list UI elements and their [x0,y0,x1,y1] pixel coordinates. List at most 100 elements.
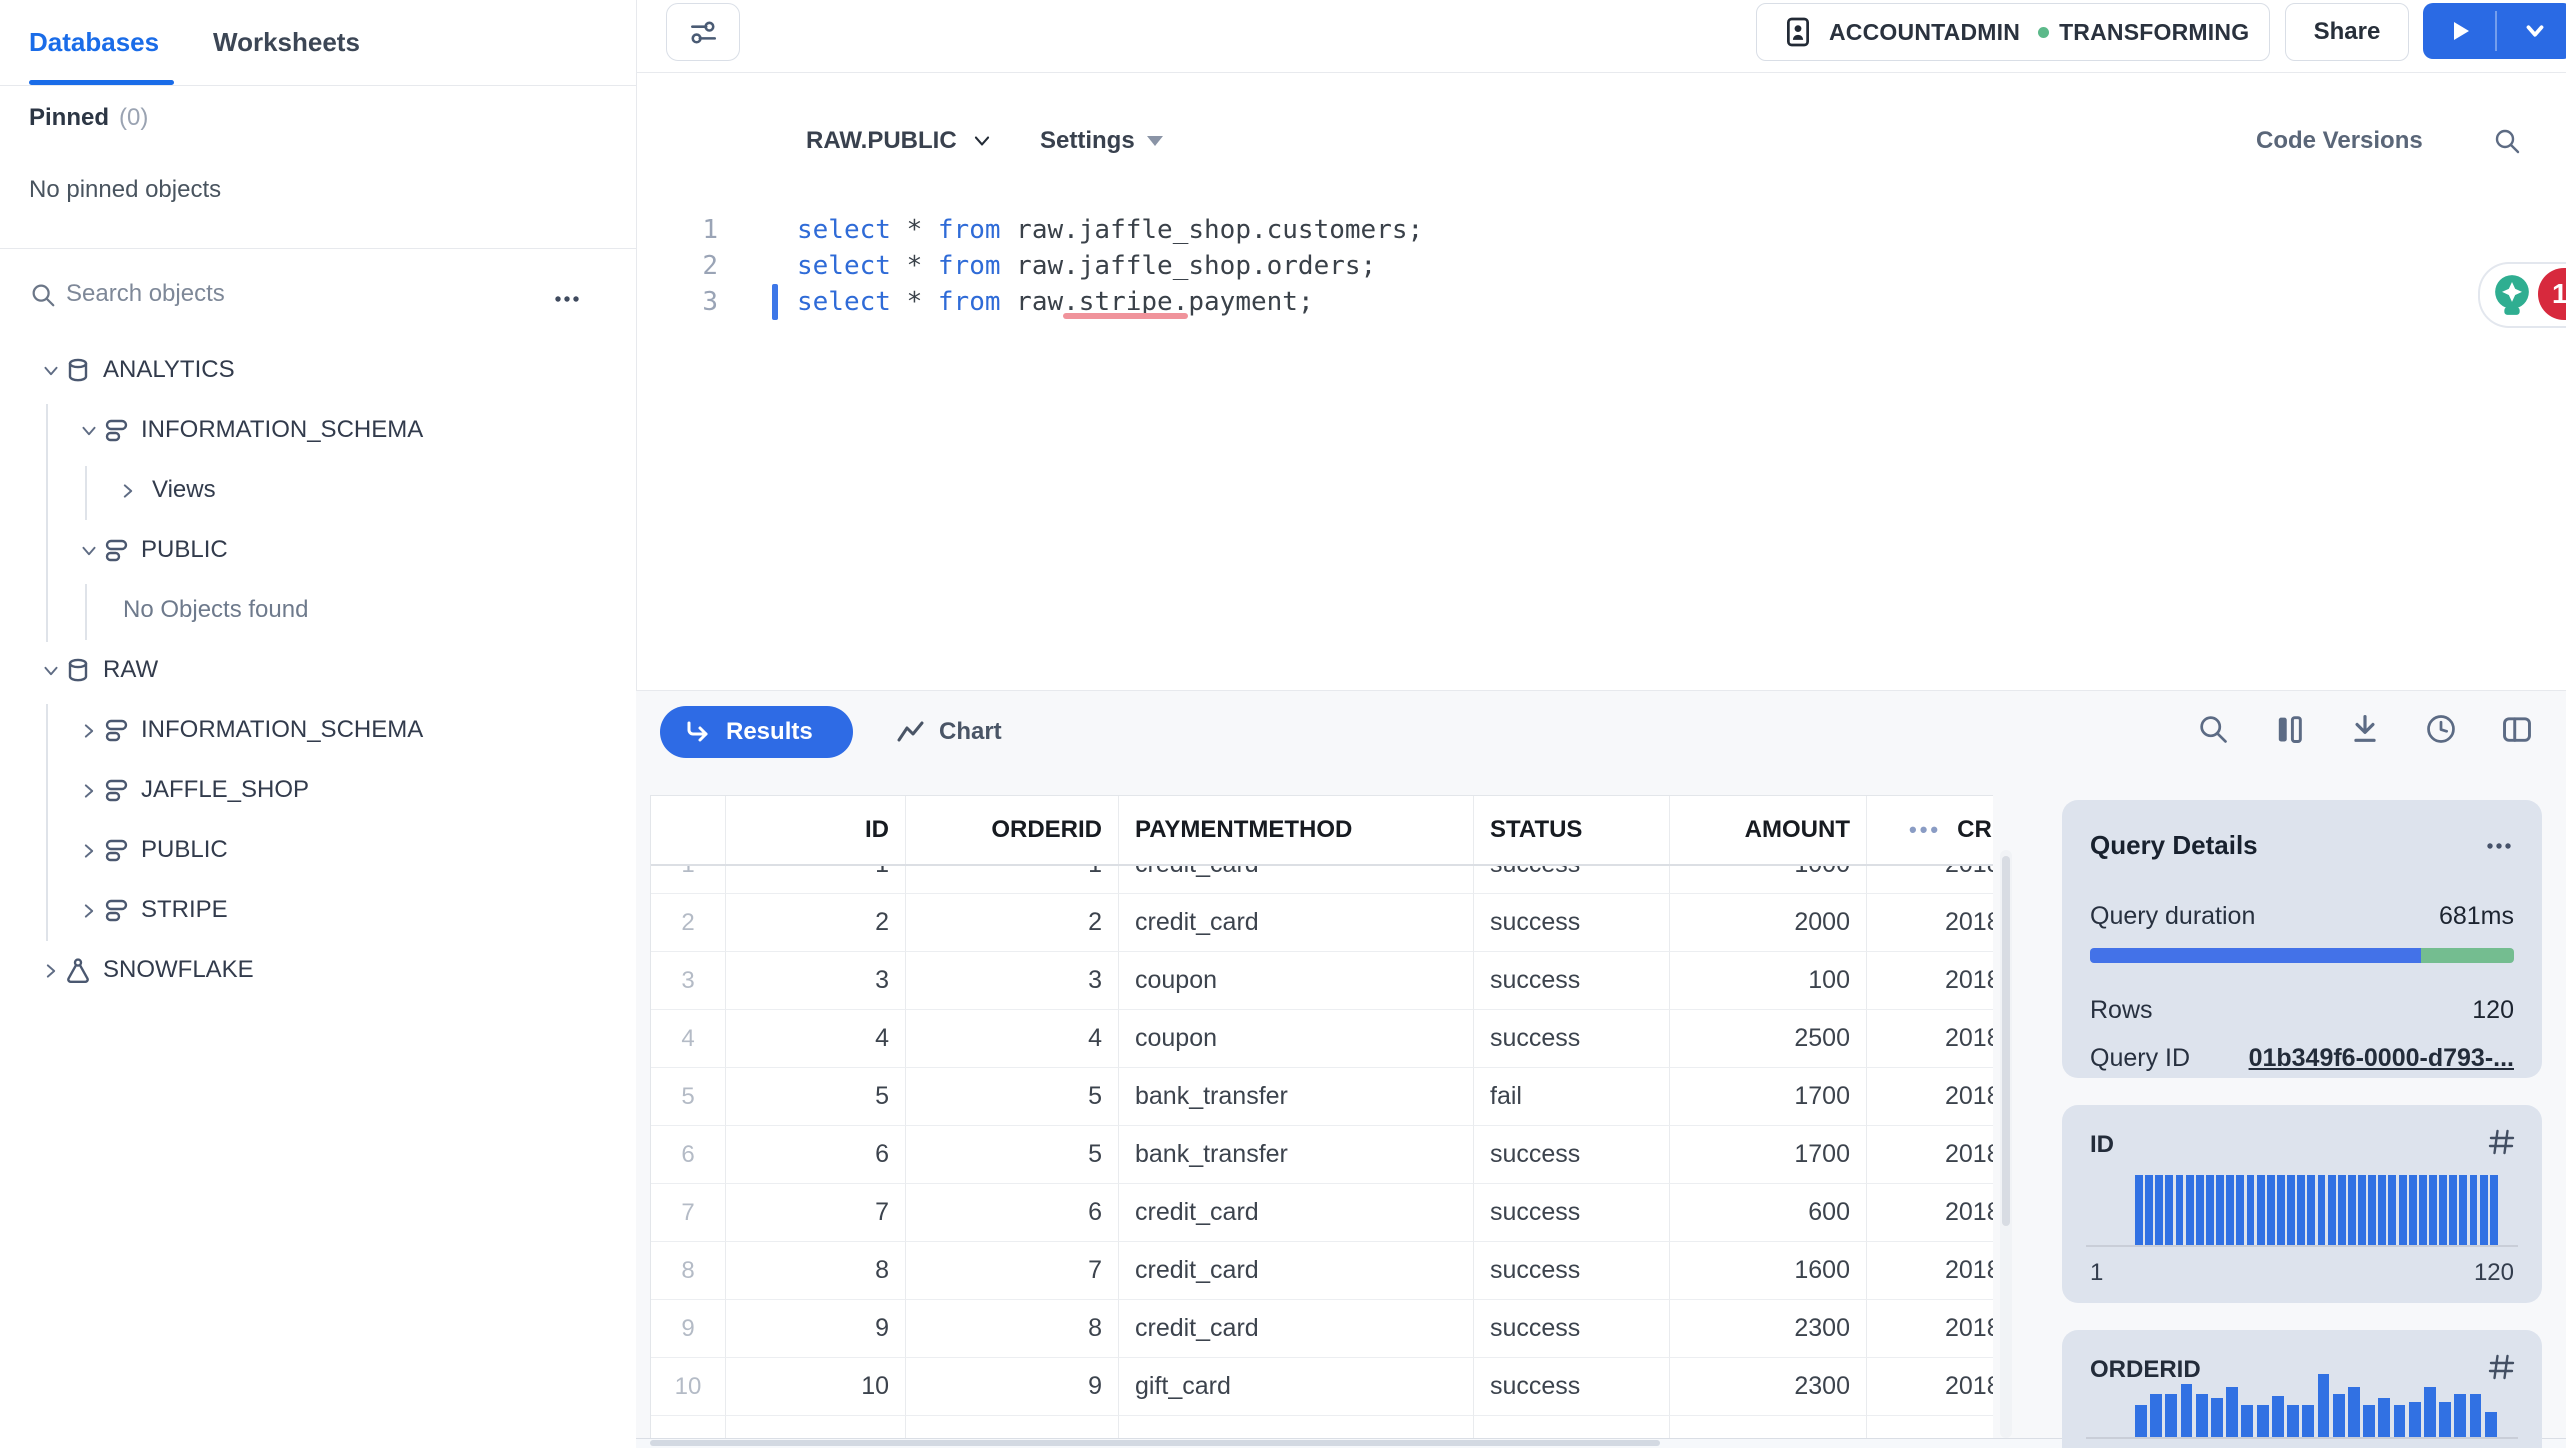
share-button[interactable]: Share [2285,3,2409,61]
cell-status[interactable]: success [1474,1126,1670,1184]
code-line-2[interactable]: 2 select * from raw.jaffle_shop.orders; [636,248,2536,284]
table-row-9[interactable]: 998credit_cardsuccess23002018 [651,1300,1993,1358]
row-number-cell[interactable]: 7 [651,1184,726,1242]
object-search[interactable]: Search objects [0,268,636,324]
tree-item-information_schema[interactable]: INFORMATION_SCHEMA [0,401,636,461]
cell-id[interactable]: 9 [726,1300,906,1358]
chevron-right-icon[interactable] [77,779,101,803]
cell-created[interactable]: 2018 [1867,952,1993,1010]
table-row-6[interactable]: 665bank_transfersuccess17002018 [651,1126,1993,1184]
table-row-3[interactable]: 333couponsuccess1002018 [651,952,1993,1010]
cell-paymentmethod[interactable]: credit_card [1119,894,1474,952]
cell-id[interactable]: 8 [726,1242,906,1300]
row-number-cell[interactable]: 2 [651,894,726,952]
table-row-5[interactable]: 555bank_transferfail17002018 [651,1068,1993,1126]
tab-results[interactable]: Results [660,706,853,758]
cell-paymentmethod[interactable] [1119,1416,1474,1439]
cell-orderid[interactable] [906,1416,1119,1439]
cell-created[interactable]: 2018 [1867,1068,1993,1126]
cell-created[interactable]: 2018 [1867,894,1993,952]
columns-icon[interactable] [2272,712,2306,746]
row-number-cell[interactable]: 3 [651,952,726,1010]
cell-orderid[interactable]: 1 [906,864,1119,894]
run-button[interactable] [2423,3,2495,59]
cell-created[interactable]: 2018 [1867,864,1993,894]
row-number-cell[interactable]: 10 [651,1358,726,1416]
search-results-icon[interactable] [2196,712,2230,746]
suggestions-widget[interactable]: 1 [2478,262,2566,328]
horizontal-scrollbar-thumb[interactable] [650,1440,1660,1446]
cell-id[interactable]: 10 [726,1358,906,1416]
ellipsis-icon[interactable] [2484,831,2514,861]
table-row-8[interactable]: 887credit_cardsuccess16002018 [651,1242,1993,1300]
sql-editor[interactable]: 1 select * from raw.jaffle_shop.customers… [636,195,2566,690]
column-header-status[interactable]: STATUS [1474,796,1670,864]
cell-orderid[interactable]: 5 [906,1126,1119,1184]
table-row-7[interactable]: 776credit_cardsuccess6002018 [651,1184,1993,1242]
cell-orderid[interactable]: 7 [906,1242,1119,1300]
cell-created[interactable]: 2018 [1867,1126,1993,1184]
cell-id[interactable]: 7 [726,1184,906,1242]
cell-created[interactable]: 2018 [1867,1010,1993,1068]
table-row-partial[interactable] [651,1416,1993,1439]
cell-paymentmethod[interactable]: credit_card [1119,1242,1474,1300]
cell-created[interactable]: 2018 [1867,1300,1993,1358]
cell-created[interactable]: 2018 [1867,1242,1993,1300]
tree-item-jaffle_shop[interactable]: JAFFLE_SHOP [0,761,636,821]
cell-amount[interactable]: 1700 [1670,1068,1867,1126]
ellipsis-icon[interactable] [552,284,582,314]
download-icon[interactable] [2348,712,2382,746]
tab-databases[interactable]: Databases [29,0,159,85]
chevron-down-icon[interactable] [39,359,63,383]
cell-amount[interactable]: 100 [1670,952,1867,1010]
row-number-cell[interactable]: 1 [651,864,726,894]
cell-status[interactable]: success [1474,864,1670,894]
query-id-link[interactable]: 01b349f6-0000-d793-... [2249,1044,2514,1073]
chevron-right-icon[interactable] [77,839,101,863]
tree-item-public[interactable]: PUBLIC [0,821,636,881]
row-number-cell[interactable]: 9 [651,1300,726,1358]
cell-amount[interactable]: 1000 [1670,864,1867,894]
run-options-button[interactable] [2497,3,2566,59]
cell-status[interactable]: success [1474,1358,1670,1416]
table-row-4[interactable]: 444couponsuccess25002018 [651,1010,1993,1068]
cell-status[interactable]: success [1474,952,1670,1010]
tree-item-snowflake[interactable]: SNOWFLAKE [0,941,636,1001]
row-number-cell[interactable]: 6 [651,1126,726,1184]
cell-amount[interactable]: 1700 [1670,1126,1867,1184]
cell-paymentmethod[interactable]: credit_card [1119,1300,1474,1358]
settings-menu[interactable]: Settings [1040,118,1163,164]
row-number-header[interactable] [651,796,726,864]
cell-created[interactable] [1867,1416,1993,1439]
cell-paymentmethod[interactable]: bank_transfer [1119,1126,1474,1184]
cell-created[interactable]: 2018 [1867,1184,1993,1242]
chevron-right-icon[interactable] [77,899,101,923]
table-row-2[interactable]: 222credit_cardsuccess20002018 [651,894,1993,952]
cell-amount[interactable] [1670,1416,1867,1439]
vertical-scrollbar-thumb[interactable] [2002,856,2010,1226]
cell-id[interactable]: 2 [726,894,906,952]
cell-orderid[interactable]: 6 [906,1184,1119,1242]
cell-id[interactable]: 6 [726,1126,906,1184]
cell-amount[interactable]: 1600 [1670,1242,1867,1300]
chevron-right-icon[interactable] [77,719,101,743]
cell-status[interactable]: success [1474,1242,1670,1300]
cell-paymentmethod[interactable]: gift_card [1119,1358,1474,1416]
cell-status[interactable] [1474,1416,1670,1439]
cell-orderid[interactable]: 8 [906,1300,1119,1358]
split-panel-icon[interactable] [2500,712,2534,746]
row-number-cell[interactable]: 4 [651,1010,726,1068]
cell-paymentmethod[interactable]: coupon [1119,952,1474,1010]
cell-status[interactable]: success [1474,1184,1670,1242]
chevron-down-icon[interactable] [77,419,101,443]
cell-id[interactable]: 5 [726,1068,906,1126]
row-number-cell[interactable]: 8 [651,1242,726,1300]
column-header-orderid[interactable]: ORDERID [906,796,1119,864]
chevron-right-icon[interactable] [39,959,63,983]
cell-orderid[interactable]: 4 [906,1010,1119,1068]
column-header-id[interactable]: ID [726,796,906,864]
cell-status[interactable]: success [1474,1010,1670,1068]
code-line-1[interactable]: 1 select * from raw.jaffle_shop.customers… [636,212,2536,248]
cell-amount[interactable]: 2300 [1670,1358,1867,1416]
history-icon[interactable] [2424,712,2458,746]
